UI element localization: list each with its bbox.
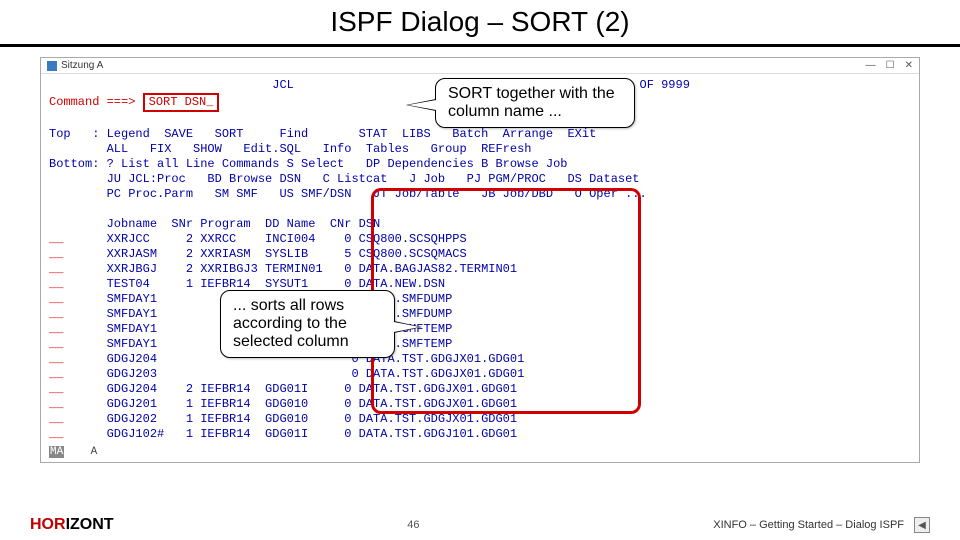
terminal-window-title: Sitzung A: [61, 60, 103, 71]
prev-slide-icon[interactable]: ◀: [914, 517, 930, 533]
minimize-icon[interactable]: —: [866, 60, 876, 71]
command-input[interactable]: SORT DSN_: [149, 95, 214, 109]
maximize-icon[interactable]: ☐: [886, 60, 895, 71]
page-number: 46: [407, 519, 419, 531]
terminal-statusbar: MA A: [41, 446, 919, 458]
slide-footer: HORIZONT 46 XINFO – Getting Started – Di…: [0, 510, 960, 540]
status-col: A: [91, 446, 98, 458]
terminal-screen: JCL ROW 1541 1554 OF 9999 Command ===> S…: [41, 74, 919, 446]
status-mode: MA: [49, 446, 64, 458]
callout-text: SORT together with the column name ...: [448, 85, 615, 120]
terminal-app-icon: [47, 61, 57, 71]
slide-title: ISPF Dialog – SORT (2): [0, 0, 960, 47]
brand-part2: IZONT: [66, 516, 114, 533]
callout-text: ... sorts all rows according to the sele…: [233, 297, 349, 350]
close-icon[interactable]: ✕: [905, 60, 913, 71]
terminal-titlebar: Sitzung A — ☐ ✕: [41, 58, 919, 74]
brand-logo: HORIZONT: [30, 516, 114, 534]
callout-sort-effect: ... sorts all rows according to the sele…: [220, 290, 395, 358]
callout-sort-command: SORT together with the column name ...: [435, 78, 635, 128]
brand-part1: HOR: [30, 516, 66, 533]
footer-caption: XINFO – Getting Started – Dialog ISPF: [713, 519, 904, 531]
